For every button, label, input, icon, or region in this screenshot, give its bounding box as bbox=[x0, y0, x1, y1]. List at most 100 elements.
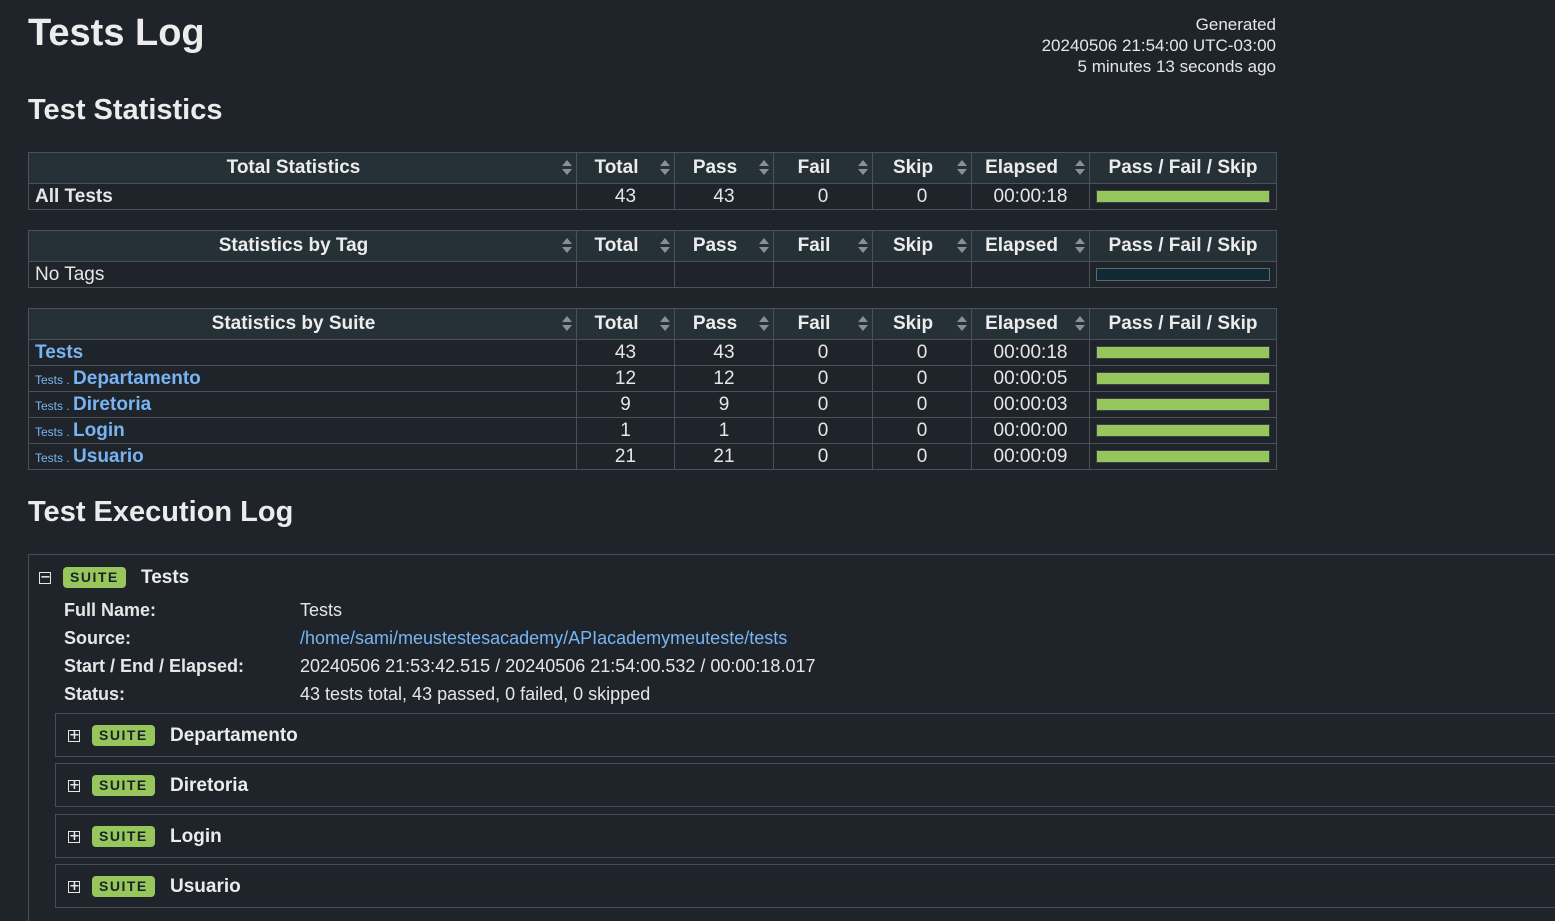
parent-suite-name: Tests bbox=[35, 424, 64, 439]
child-suite-login[interactable]: + SUITE Login bbox=[55, 814, 1555, 858]
cell-graph bbox=[1089, 339, 1277, 366]
column-header-fail[interactable]: Fail bbox=[773, 308, 873, 340]
expand-icon[interactable]: + bbox=[68, 729, 80, 742]
cell-total: 43 bbox=[576, 339, 675, 366]
expand-icon[interactable]: + bbox=[68, 880, 80, 893]
cell-skip: 0 bbox=[872, 443, 972, 470]
generated-ago: 5 minutes 13 seconds ago bbox=[1077, 57, 1276, 76]
column-header-skip[interactable]: Skip bbox=[872, 230, 972, 262]
cell-graph bbox=[1089, 365, 1277, 392]
cell-pass: 21 bbox=[674, 443, 774, 470]
expand-icon[interactable]: + bbox=[68, 779, 80, 792]
sort-icon bbox=[759, 316, 769, 332]
suite-link-usuario[interactable]: Usuario bbox=[73, 446, 144, 467]
cell-pass: 1 bbox=[674, 417, 774, 444]
total-statistics-table: Total Statistics Total Pass Fail Skip El… bbox=[28, 152, 1277, 210]
column-header-graph: Pass / Fail / Skip bbox=[1089, 152, 1277, 184]
full-name-value: Tests bbox=[300, 600, 343, 620]
cell-graph bbox=[1089, 443, 1277, 470]
cell-fail: 0 bbox=[773, 443, 873, 470]
sort-icon bbox=[1075, 160, 1085, 176]
child-suite-usuario[interactable]: + SUITE Usuario bbox=[55, 864, 1555, 908]
sort-icon bbox=[759, 238, 769, 254]
cell-graph bbox=[1089, 417, 1277, 444]
column-header-graph: Pass / Fail / Skip bbox=[1089, 230, 1277, 262]
child-suite-diretoria[interactable]: + SUITE Diretoria bbox=[55, 763, 1555, 807]
column-header-fail[interactable]: Fail bbox=[773, 152, 873, 184]
column-header-name[interactable]: Total Statistics bbox=[28, 152, 577, 184]
source-link[interactable]: /home/sami/meustestesacademy/APIacademym… bbox=[300, 628, 787, 649]
expand-icon[interactable]: + bbox=[68, 830, 80, 843]
suite-link-login[interactable]: Login bbox=[73, 420, 125, 441]
column-header-pass[interactable]: Pass bbox=[674, 308, 774, 340]
table-header-row: Statistics by Suite Total Pass Fail Skip… bbox=[28, 308, 1277, 340]
table-row: Tests . Login 1 1 0 0 00:00:00 bbox=[28, 417, 1277, 444]
suite-name[interactable]: Departamento bbox=[170, 725, 298, 747]
cell-elapsed: 00:00:03 bbox=[971, 391, 1090, 418]
column-header-total[interactable]: Total bbox=[576, 308, 675, 340]
suite-link-tests[interactable]: Tests bbox=[35, 342, 83, 363]
column-header-fail[interactable]: Fail bbox=[773, 230, 873, 262]
status-value: 43 tests total, 43 passed, 0 failed, 0 s… bbox=[300, 684, 651, 704]
column-header-graph: Pass / Fail / Skip bbox=[1089, 308, 1277, 340]
cell-elapsed: 00:00:00 bbox=[971, 417, 1090, 444]
parent-suite-name: Tests bbox=[35, 398, 64, 413]
child-suite-departamento[interactable]: + SUITE Departamento bbox=[55, 713, 1555, 757]
table-row: All Tests 43 43 0 0 00:00:18 bbox=[28, 183, 1277, 210]
cell-skip bbox=[872, 261, 972, 288]
column-header-name[interactable]: Statistics by Suite bbox=[28, 308, 577, 340]
cell-graph bbox=[1089, 391, 1277, 418]
column-header-elapsed[interactable]: Elapsed bbox=[971, 308, 1090, 340]
column-header-name[interactable]: Statistics by Tag bbox=[28, 230, 577, 262]
table-row: Tests . Usuario 21 21 0 0 00:00:09 bbox=[28, 443, 1277, 470]
suite-name[interactable]: Login bbox=[170, 826, 222, 848]
suite-link-departamento[interactable]: Departamento bbox=[73, 368, 201, 389]
cell-pass: 12 bbox=[674, 365, 774, 392]
pass-bar bbox=[1096, 424, 1270, 437]
full-name-label: Full Name: bbox=[64, 600, 157, 620]
sort-icon bbox=[858, 316, 868, 332]
cell-pass: 9 bbox=[674, 391, 774, 418]
pass-bar bbox=[1096, 190, 1270, 203]
sort-icon bbox=[957, 160, 967, 176]
column-header-skip[interactable]: Skip bbox=[872, 152, 972, 184]
suite-badge: SUITE bbox=[92, 775, 155, 796]
suite-tests-panel: − SUITE Tests Full Name: Tests Source: /… bbox=[28, 554, 1555, 921]
row-name: Tests . Login bbox=[28, 417, 577, 444]
cell-fail: 0 bbox=[773, 339, 873, 366]
cell-total: 9 bbox=[576, 391, 675, 418]
column-header-skip[interactable]: Skip bbox=[872, 308, 972, 340]
cell-total: 21 bbox=[576, 443, 675, 470]
suite-name[interactable]: Diretoria bbox=[170, 775, 248, 797]
column-header-pass[interactable]: Pass bbox=[674, 152, 774, 184]
source-label: Source: bbox=[64, 628, 132, 648]
table-header-row: Statistics by Tag Total Pass Fail Skip E… bbox=[28, 230, 1277, 262]
column-header-total[interactable]: Total bbox=[576, 230, 675, 262]
collapse-icon[interactable]: − bbox=[39, 571, 51, 584]
pass-bar bbox=[1096, 398, 1270, 411]
cell-elapsed bbox=[971, 261, 1090, 288]
cell-skip: 0 bbox=[872, 339, 972, 366]
column-header-elapsed[interactable]: Elapsed bbox=[971, 152, 1090, 184]
parent-suite-name: Tests bbox=[35, 372, 64, 387]
cell-elapsed: 00:00:18 bbox=[971, 183, 1090, 210]
suite-name[interactable]: Tests bbox=[141, 567, 189, 589]
cell-pass: 43 bbox=[674, 183, 774, 210]
sort-icon bbox=[858, 160, 868, 176]
row-name: Tests . Departamento bbox=[28, 365, 577, 392]
suite-badge: SUITE bbox=[63, 567, 126, 588]
empty-bar bbox=[1096, 268, 1270, 281]
suite-name[interactable]: Usuario bbox=[170, 876, 241, 898]
suite-link-diretoria[interactable]: Diretoria bbox=[73, 394, 151, 415]
column-header-elapsed[interactable]: Elapsed bbox=[971, 230, 1090, 262]
cell-pass bbox=[674, 261, 774, 288]
cell-skip: 0 bbox=[872, 417, 972, 444]
cell-fail: 0 bbox=[773, 391, 873, 418]
cell-fail: 0 bbox=[773, 417, 873, 444]
cell-elapsed: 00:00:09 bbox=[971, 443, 1090, 470]
cell-total: 1 bbox=[576, 417, 675, 444]
column-header-total[interactable]: Total bbox=[576, 152, 675, 184]
row-name: Tests . Usuario bbox=[28, 443, 577, 470]
sort-icon bbox=[660, 160, 670, 176]
column-header-pass[interactable]: Pass bbox=[674, 230, 774, 262]
